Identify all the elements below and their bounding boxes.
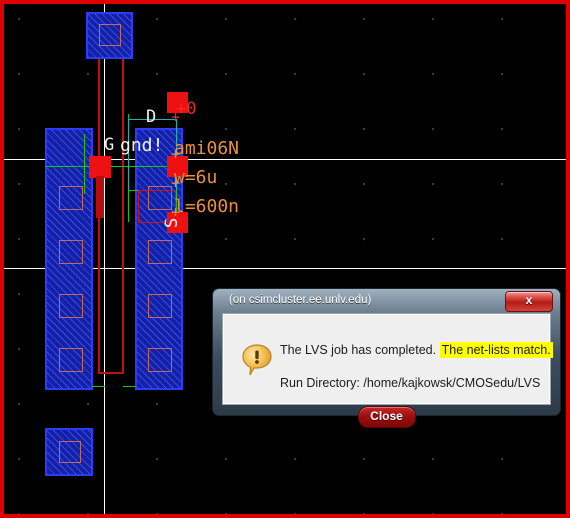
active-window [59, 348, 83, 372]
exclamation-balloon-icon [241, 343, 275, 377]
lvs-result-dialog: (on csimcluster.ee.unlv.edu) x The LVS j… [212, 288, 561, 428]
lvs-status-prefix: The LVS job has completed. [280, 343, 437, 357]
active-window [148, 240, 172, 264]
dialog-body: The LVS job has completed. The net-lists… [222, 313, 553, 428]
contact-square[interactable] [89, 156, 111, 178]
origin-marker-icon: + [171, 108, 181, 126]
poly-wire[interactable] [122, 59, 124, 374]
length-label: l=600n [174, 196, 240, 217]
active-window [59, 441, 81, 463]
lvs-status-message: The LVS job has completed. The net-lists… [280, 342, 553, 358]
poly-wire[interactable] [98, 372, 124, 374]
run-directory-text: Run Directory: /home/kajkowsk/CMOSedu/LV… [280, 376, 541, 390]
poly-stub [96, 176, 104, 218]
active-window [59, 186, 83, 210]
net-highlight [123, 386, 136, 387]
layout-canvas[interactable]: D G gnd! S +0 ami06N w=6u l=600n + + + + [4, 4, 566, 514]
terminal-label-g: G [104, 135, 115, 155]
origin-marker-icon: + [171, 174, 181, 192]
lvs-match-highlight: The net-lists match. [439, 342, 553, 358]
dialog-close-button-label: Close [370, 409, 403, 423]
active-window [59, 240, 83, 264]
active-window [148, 294, 172, 318]
net-highlight [84, 134, 85, 194]
model-label: ami06N [174, 138, 240, 159]
net-label-gnd: gnd! [120, 135, 164, 156]
net-highlight [92, 386, 105, 387]
active-window [99, 24, 121, 46]
origin-marker-icon: + [171, 203, 181, 221]
dialog-title: (on csimcluster.ee.unlv.edu) [229, 294, 372, 306]
dialog-close-button[interactable]: Close [357, 406, 416, 428]
close-button[interactable]: x [505, 291, 553, 312]
origin-marker-icon: + [171, 145, 181, 163]
terminal-label-d: D [146, 107, 157, 127]
width-label: w=6u [174, 167, 218, 188]
active-window [59, 294, 83, 318]
application-window: D G gnd! S +0 ami06N w=6u l=600n + + + +… [0, 0, 570, 518]
active-window [148, 348, 172, 372]
close-icon: x [525, 293, 533, 307]
ruler-vertical [104, 4, 105, 514]
dialog-titlebar[interactable]: (on csimcluster.ee.unlv.edu) x [215, 291, 558, 313]
